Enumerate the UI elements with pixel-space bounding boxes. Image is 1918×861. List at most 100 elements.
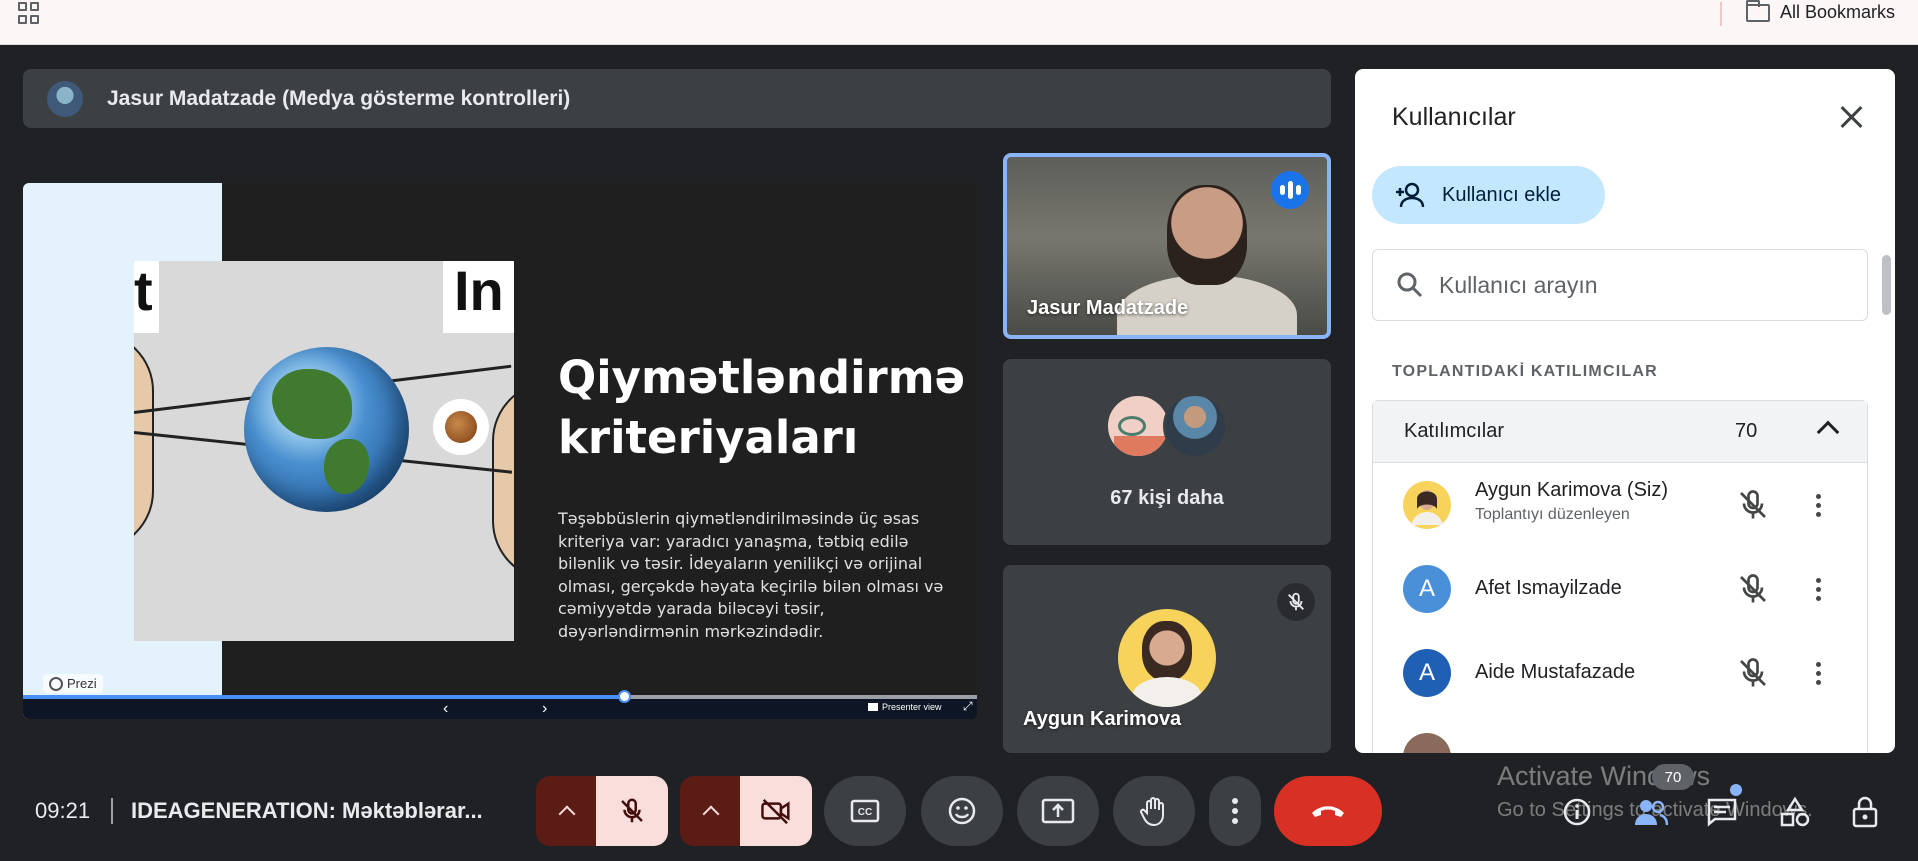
more-vert-icon xyxy=(1232,798,1238,824)
meeting-info-button[interactable] xyxy=(1557,792,1597,832)
planet-illustration xyxy=(445,411,477,443)
microphone-toggle-button[interactable] xyxy=(596,776,668,846)
presenter-view-button[interactable]: Presenter view xyxy=(868,702,942,712)
folder-icon xyxy=(1746,0,1770,22)
presenter-view-label: Presenter view xyxy=(882,702,942,712)
slide-progress-fill xyxy=(23,695,625,699)
participant-name: Aide Mustafazade xyxy=(1475,661,1636,683)
participant-role: Toplantıyı düzenleyen xyxy=(1475,506,1630,523)
host-controls-button[interactable] xyxy=(1846,792,1886,832)
group-count: 70 xyxy=(1735,420,1758,442)
people-icon xyxy=(1635,800,1668,826)
lock-person-icon xyxy=(1852,796,1878,828)
slide-image: t In xyxy=(134,261,514,641)
video-options-button[interactable] xyxy=(680,776,742,846)
participant-count-badge: 70 xyxy=(1652,764,1694,790)
user-search-input[interactable]: Kullanıcı arayın xyxy=(1372,249,1868,321)
presenter-avatar xyxy=(47,80,83,117)
add-user-button[interactable]: Kullanıcı ekle xyxy=(1372,166,1605,224)
search-placeholder: Kullanıcı arayın xyxy=(1439,271,1598,298)
meeting-clock: 09:21 xyxy=(35,798,91,823)
slide-controls xyxy=(23,696,977,719)
participants-panel: Kullanıcılar Kullanıcı ekle Kullanıcı ar… xyxy=(1355,69,1895,753)
globe-illustration xyxy=(244,347,409,512)
prezi-logo: Prezi xyxy=(43,674,103,693)
prezi-icon xyxy=(49,676,63,691)
shared-presentation[interactable]: t In Qiymətləndirmə kriteriyaları Təşəbb… xyxy=(23,183,977,719)
present-screen-button[interactable] xyxy=(1017,776,1099,846)
panel-title: Kullanıcılar xyxy=(1392,103,1516,131)
chat-icon xyxy=(1707,798,1737,827)
panel-scrollbar[interactable] xyxy=(1882,255,1891,315)
participant-row[interactable] xyxy=(1373,715,1867,753)
chevron-up-icon xyxy=(558,805,576,823)
svg-text:CC: CC xyxy=(858,807,872,818)
more-participants-label: 67 kişi daha xyxy=(1110,487,1224,509)
participant-row[interactable]: A Aide Mustafazade xyxy=(1373,631,1867,715)
chat-notification-dot xyxy=(1730,784,1742,796)
more-options-icon[interactable] xyxy=(1808,571,1828,607)
prezi-label: Prezi xyxy=(67,676,97,691)
participant-avatar xyxy=(1163,394,1227,458)
self-name: Aygun Karimova xyxy=(1023,708,1182,730)
speaker-tile[interactable]: Jasur Madatzade xyxy=(1003,153,1331,339)
mic-off-icon[interactable] xyxy=(1735,655,1771,691)
self-avatar xyxy=(1118,609,1216,707)
presenter-title: Jasur Madatzade (Medya gösterme kontroll… xyxy=(107,86,571,110)
presenter-view-icon xyxy=(868,703,878,711)
search-icon xyxy=(1397,272,1423,298)
participant-name: Afet Ismayilzade xyxy=(1475,577,1622,599)
all-bookmarks-button[interactable]: All Bookmarks xyxy=(1746,0,1896,23)
mic-off-icon xyxy=(621,798,643,823)
mic-off-icon[interactable] xyxy=(1735,487,1771,523)
participants-group-header[interactable]: Katılımcılar 70 xyxy=(1373,401,1867,463)
face-left-illustration xyxy=(134,331,154,551)
section-label: TOPLANTIDAKİ KATILIMCILAR xyxy=(1392,363,1658,380)
slide-progress-handle[interactable] xyxy=(618,690,632,703)
participant-row[interactable]: Aygun Karimova (Siz) Toplantıyı düzenley… xyxy=(1373,463,1867,547)
all-bookmarks-label: All Bookmarks xyxy=(1780,2,1896,22)
slide-title: Qiymətləndirmə kriteriyaları xyxy=(558,351,966,464)
leave-call-button[interactable] xyxy=(1274,776,1382,846)
captions-icon: CC xyxy=(850,799,880,823)
chat-button[interactable] xyxy=(1702,792,1742,832)
self-tile[interactable]: Aygun Karimova xyxy=(1003,565,1331,753)
prev-slide-button[interactable]: ‹ xyxy=(443,700,448,718)
participants-group: Katılımcılar 70 Aygun Karimova (Siz) Top… xyxy=(1372,400,1868,753)
slide-image-text-right: In xyxy=(454,261,504,322)
people-button[interactable] xyxy=(1631,792,1671,832)
activities-button[interactable] xyxy=(1775,792,1815,832)
fullscreen-icon[interactable]: ⤢ xyxy=(963,699,973,714)
reactions-button[interactable] xyxy=(921,776,1003,846)
more-options-icon[interactable] xyxy=(1808,487,1828,523)
add-person-icon xyxy=(1396,182,1425,208)
participant-row[interactable]: A Afet Ismayilzade xyxy=(1373,547,1867,631)
presenter-header: Jasur Madatzade (Medya gösterme kontroll… xyxy=(23,69,1331,128)
emoji-icon xyxy=(948,797,976,825)
raise-hand-button[interactable] xyxy=(1113,776,1195,846)
captions-button[interactable]: CC xyxy=(824,776,906,846)
participant-avatar: A xyxy=(1403,649,1451,697)
more-options-icon[interactable] xyxy=(1808,655,1828,691)
info-icon xyxy=(1563,798,1591,826)
chevron-up-icon xyxy=(702,805,720,823)
participant-name: Aygun Karimova (Siz) xyxy=(1475,479,1669,501)
audio-options-button[interactable] xyxy=(536,776,598,846)
chevron-up-icon[interactable] xyxy=(1816,420,1840,444)
mic-off-icon xyxy=(1277,583,1315,621)
next-slide-button[interactable]: › xyxy=(542,700,547,718)
group-label: Katılımcılar xyxy=(1404,420,1505,442)
participant-avatar: A xyxy=(1403,565,1451,613)
camera-off-icon xyxy=(761,799,790,825)
more-participants-tile[interactable]: 67 kişi daha xyxy=(1003,359,1331,545)
mic-off-icon[interactable] xyxy=(1735,571,1771,607)
face-right-illustration xyxy=(492,381,514,581)
apps-grid-icon[interactable] xyxy=(18,2,40,24)
camera-toggle-button[interactable] xyxy=(740,776,812,846)
present-screen-icon xyxy=(1041,798,1075,824)
hand-icon xyxy=(1140,797,1164,827)
participant-avatar xyxy=(1403,733,1451,753)
close-icon[interactable] xyxy=(1833,99,1869,135)
bookmarks-separator xyxy=(1720,2,1722,26)
more-options-button[interactable] xyxy=(1209,776,1261,846)
